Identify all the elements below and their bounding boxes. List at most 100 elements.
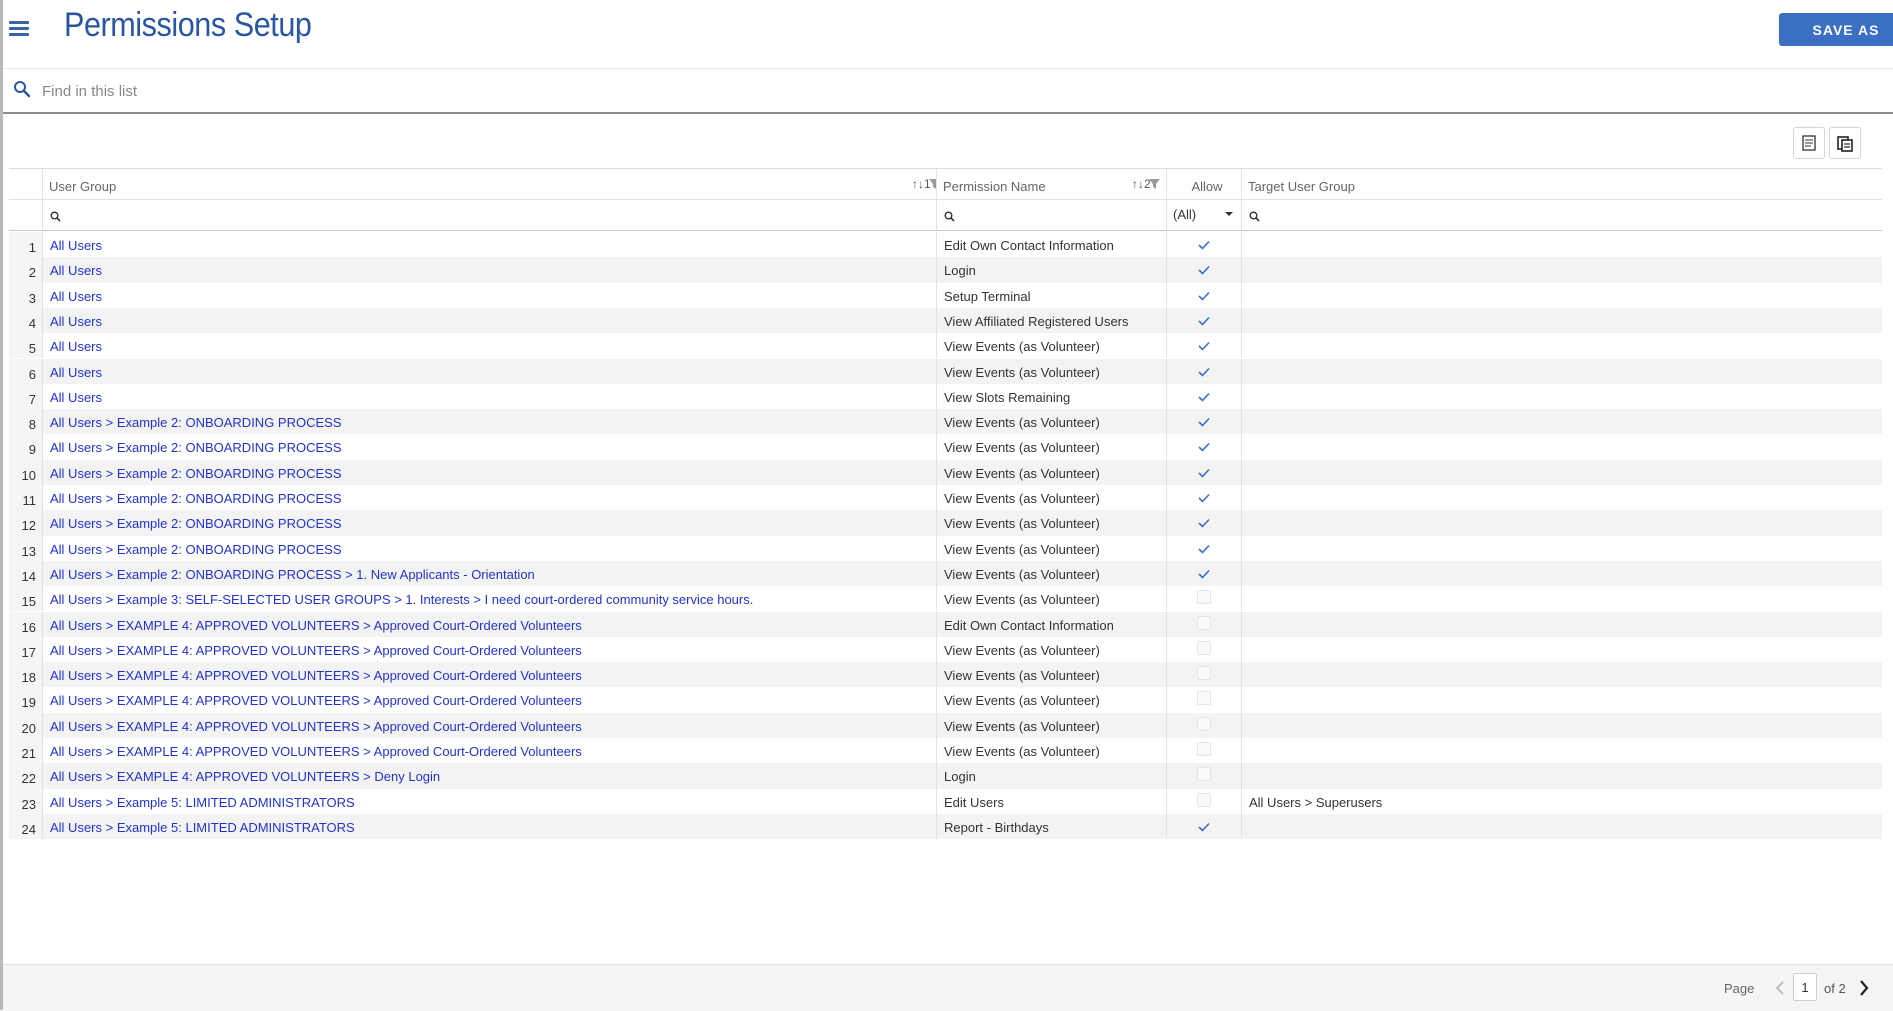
user-group-link[interactable]: All Users > Example 2: ONBOARDING PROCES… <box>42 485 936 511</box>
user-group-link[interactable]: All Users > Example 2: ONBOARDING PROCES… <box>42 459 936 485</box>
allow-checkbox[interactable] <box>1166 358 1241 384</box>
user-group-link[interactable]: All Users > EXAMPLE 4: APPROVED VOLUNTEE… <box>42 662 936 688</box>
hamburger-menu-icon[interactable] <box>7 17 31 41</box>
column-header-user-group[interactable]: User Group ↑↓1 <box>42 169 936 199</box>
allow-checkbox[interactable] <box>1166 738 1241 764</box>
allow-checkbox[interactable] <box>1166 485 1241 511</box>
user-group-link[interactable]: All Users <box>42 257 936 283</box>
table-row[interactable]: 21 All Users > EXAMPLE 4: APPROVED VOLUNT… <box>9 738 1882 764</box>
table-row[interactable]: 9 All Users > Example 2: ONBOARDING PROCE… <box>9 434 1882 460</box>
user-group-link[interactable]: All Users > EXAMPLE 4: APPROVED VOLUNTEE… <box>42 712 936 738</box>
chevron-left-icon[interactable] <box>1774 980 1786 1001</box>
chevron-right-icon[interactable] <box>1858 979 1870 1002</box>
table-row[interactable]: 19 All Users > EXAMPLE 4: APPROVED VOLUNT… <box>9 687 1882 713</box>
table-row[interactable]: 22 All Users > EXAMPLE 4: APPROVED VOLUNT… <box>9 763 1882 789</box>
grid-header-row: User Group ↑↓1 Permission Name ↑↓2 Allow… <box>9 169 1882 200</box>
copy-icon[interactable] <box>1829 127 1861 159</box>
user-group-link[interactable]: All Users <box>42 383 936 410</box>
user-group-link[interactable]: All Users > Example 2: ONBOARDING PROCES… <box>42 434 936 460</box>
allow-checkbox[interactable] <box>1166 788 1241 814</box>
column-header-target-user-group[interactable]: Target User Group <box>1241 169 1882 199</box>
filter-icon[interactable] <box>929 178 936 193</box>
user-group-link[interactable]: All Users <box>42 232 936 258</box>
allow-checkbox[interactable] <box>1166 560 1241 587</box>
allow-checkbox[interactable] <box>1166 586 1241 612</box>
table-row[interactable]: 10 All Users > Example 2: ONBOARDING PROC… <box>9 459 1882 485</box>
user-group-link[interactable]: All Users > Example 2: ONBOARDING PROCES… <box>42 535 936 561</box>
table-row[interactable]: 1 All Users Edit Own Contact Information <box>9 232 1882 258</box>
allow-checkbox[interactable] <box>1166 257 1241 283</box>
allow-checkbox[interactable] <box>1166 383 1241 410</box>
permission-name-filter-input[interactable] <box>936 200 1166 230</box>
user-group-link[interactable]: All Users > Example 3: SELF-SELECTED USE… <box>42 586 936 612</box>
user-group-link[interactable]: All Users <box>42 307 936 334</box>
allow-checkbox[interactable] <box>1166 459 1241 485</box>
empty-checkbox <box>1197 742 1211 756</box>
allow-checkbox[interactable] <box>1166 409 1241 435</box>
table-row[interactable]: 20 All Users > EXAMPLE 4: APPROVED VOLUNT… <box>9 712 1882 738</box>
user-group-link[interactable]: All Users > EXAMPLE 4: APPROVED VOLUNTEE… <box>42 611 936 637</box>
user-group-link[interactable]: All Users > Example 2: ONBOARDING PROCES… <box>42 560 936 587</box>
row-number: 6 <box>9 358 42 384</box>
user-group-link[interactable]: All Users <box>42 282 936 308</box>
table-row[interactable]: 7 All Users View Slots Remaining <box>9 383 1882 410</box>
allow-checkbox[interactable] <box>1166 611 1241 637</box>
chevron-down-icon <box>1225 212 1233 216</box>
table-row[interactable]: 24 All Users > Example 5: LIMITED ADMINIS… <box>9 813 1882 840</box>
table-row[interactable]: 15 All Users > Example 3: SELF-SELECTED U… <box>9 586 1882 612</box>
table-row[interactable]: 6 All Users View Events (as Volunteer) <box>9 358 1882 384</box>
allow-checkbox[interactable] <box>1166 307 1241 334</box>
table-row[interactable]: 4 All Users View Affiliated Registered Use… <box>9 307 1882 334</box>
allow-checkbox[interactable] <box>1166 687 1241 713</box>
table-row[interactable]: 2 All Users Login <box>9 257 1882 283</box>
allow-checkbox[interactable] <box>1166 510 1241 536</box>
permission-name-cell: View Events (as Volunteer) <box>936 712 1166 738</box>
column-header-allow[interactable]: Allow <box>1166 169 1241 199</box>
user-group-link[interactable]: All Users > EXAMPLE 4: APPROVED VOLUNTEE… <box>42 763 936 789</box>
permission-name-cell: View Events (as Volunteer) <box>936 687 1166 713</box>
user-group-link[interactable]: All Users > Example 2: ONBOARDING PROCES… <box>42 409 936 435</box>
spreadsheet-export-icon[interactable] <box>1793 127 1825 159</box>
allow-checkbox[interactable] <box>1166 535 1241 561</box>
allow-checkbox[interactable] <box>1166 712 1241 738</box>
empty-checkbox <box>1197 590 1211 605</box>
allow-checkbox[interactable] <box>1166 662 1241 688</box>
save-as-button[interactable]: SAVE AS <box>1779 13 1893 46</box>
find-in-list-input[interactable] <box>40 77 644 105</box>
allow-checkbox[interactable] <box>1166 813 1241 840</box>
allow-checkbox[interactable] <box>1166 232 1241 258</box>
user-group-link[interactable]: All Users > EXAMPLE 4: APPROVED VOLUNTEE… <box>42 636 936 663</box>
allow-filter-select[interactable]: (All) <box>1166 200 1241 230</box>
table-row[interactable]: 5 All Users View Events (as Volunteer) <box>9 333 1882 359</box>
user-group-link[interactable]: All Users > Example 5: LIMITED ADMINISTR… <box>42 788 936 814</box>
page-number-input[interactable] <box>1793 973 1817 1001</box>
user-group-link[interactable]: All Users > Example 5: LIMITED ADMINISTR… <box>42 813 936 840</box>
user-group-link[interactable]: All Users <box>42 358 936 384</box>
table-row[interactable]: 13 All Users > Example 2: ONBOARDING PROC… <box>9 535 1882 561</box>
allow-checkbox[interactable] <box>1166 636 1241 663</box>
table-row[interactable]: 3 All Users Setup Terminal <box>9 282 1882 308</box>
allow-checkbox[interactable] <box>1166 333 1241 359</box>
filter-icon[interactable] <box>1149 178 1160 193</box>
allow-checkbox[interactable] <box>1166 282 1241 308</box>
allow-filter-value: (All) <box>1173 207 1197 222</box>
table-row[interactable]: 16 All Users > EXAMPLE 4: APPROVED VOLUNT… <box>9 611 1882 637</box>
table-row[interactable]: 18 All Users > EXAMPLE 4: APPROVED VOLUNT… <box>9 662 1882 688</box>
table-row[interactable]: 17 All Users > EXAMPLE 4: APPROVED VOLUNT… <box>9 636 1882 663</box>
table-row[interactable]: 8 All Users > Example 2: ONBOARDING PROCE… <box>9 409 1882 435</box>
user-group-link[interactable]: All Users > EXAMPLE 4: APPROVED VOLUNTEE… <box>42 687 936 713</box>
table-row[interactable]: 23 All Users > Example 5: LIMITED ADMINIS… <box>9 788 1882 814</box>
user-group-link[interactable]: All Users > Example 2: ONBOARDING PROCES… <box>42 510 936 536</box>
column-header-permission-name[interactable]: Permission Name ↑↓2 <box>936 169 1166 199</box>
table-row[interactable]: 12 All Users > Example 2: ONBOARDING PROC… <box>9 510 1882 536</box>
user-group-link[interactable]: All Users <box>42 333 936 359</box>
sort-ascending-icon[interactable]: ↑↓2 <box>1132 177 1151 191</box>
allow-checkbox[interactable] <box>1166 763 1241 789</box>
sort-ascending-icon[interactable]: ↑↓1 <box>912 177 931 191</box>
user-group-filter-input[interactable] <box>42 200 936 230</box>
table-row[interactable]: 11 All Users > Example 2: ONBOARDING PROC… <box>9 485 1882 511</box>
user-group-link[interactable]: All Users > EXAMPLE 4: APPROVED VOLUNTEE… <box>42 738 936 764</box>
allow-checkbox[interactable] <box>1166 434 1241 460</box>
table-row[interactable]: 14 All Users > Example 2: ONBOARDING PROC… <box>9 560 1882 587</box>
target-user-group-filter-input[interactable] <box>1241 200 1882 230</box>
